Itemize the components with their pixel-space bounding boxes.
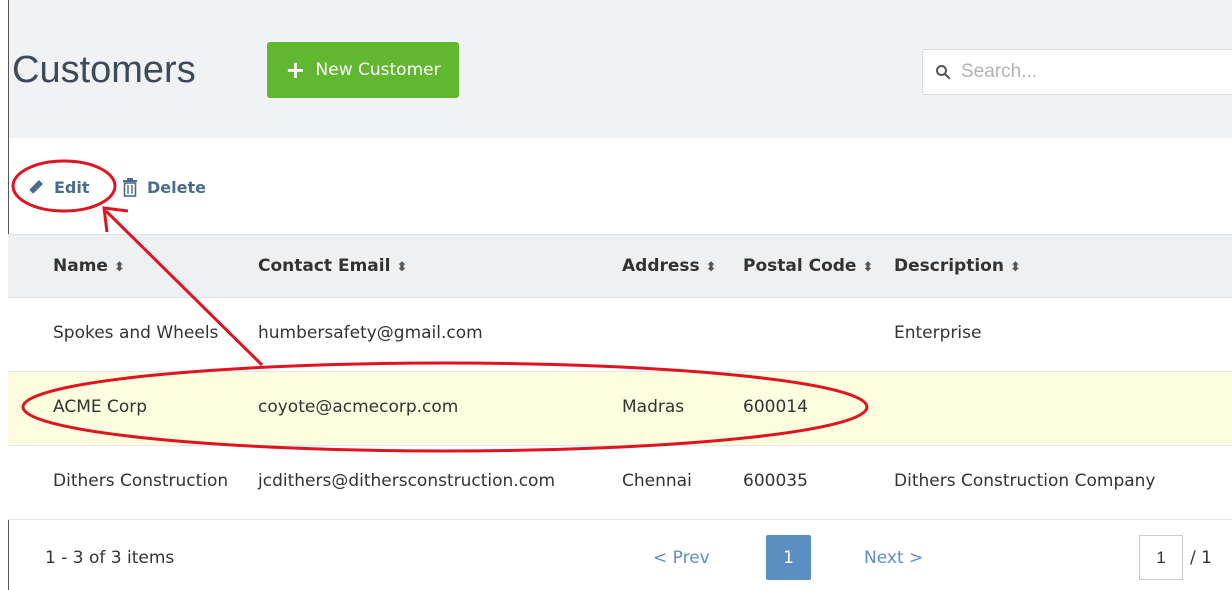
cell-name: Dithers Construction (53, 471, 229, 491)
cell-name: ACME Corp (53, 397, 148, 417)
search-input[interactable] (959, 60, 1213, 84)
table-header (8, 234, 1232, 298)
cell-address: Madras (622, 397, 685, 417)
cell-email: jcdithers@dithersconstruction.com (258, 471, 556, 491)
page-header: Customers + New Customer (9, 0, 1232, 138)
table-row-selected[interactable] (8, 372, 1232, 446)
cell-email: coyote@acmecorp.com (258, 397, 459, 417)
cell-postal-code: 600014 (743, 397, 808, 417)
column-header-address[interactable]: Address ⬍ (622, 256, 717, 276)
cell-email: humbersafety@gmail.com (258, 323, 483, 343)
cell-description: Dithers Construction Company (894, 471, 1156, 491)
edit-label: Edit (54, 177, 90, 197)
cell-description: Enterprise (894, 323, 982, 343)
delete-button[interactable]: Delete (121, 177, 206, 197)
sort-icon: ⬍ (705, 260, 717, 275)
search-box[interactable] (922, 49, 1232, 95)
new-customer-label: New Customer (315, 60, 441, 80)
column-header-postal-code[interactable]: Postal Code ⬍ (743, 256, 873, 276)
sort-icon: ⬍ (113, 260, 125, 275)
pencil-icon (29, 180, 43, 194)
search-icon (936, 65, 951, 80)
column-header-contact-email[interactable]: Contact Email ⬍ (258, 256, 407, 276)
pager-info: 1 - 3 of 3 items (45, 548, 175, 568)
page-number-input[interactable] (1139, 535, 1183, 580)
plus-icon: + (285, 56, 306, 84)
column-header-name[interactable]: Name ⬍ (53, 256, 125, 276)
prev-page-link[interactable]: < Prev (653, 548, 710, 568)
page-button-current[interactable]: 1 (766, 535, 811, 580)
sort-icon: ⬍ (396, 260, 408, 275)
new-customer-button[interactable]: + New Customer (267, 42, 459, 98)
edit-button[interactable]: Edit (26, 177, 90, 197)
cell-name: Spokes and Wheels (53, 323, 219, 343)
trash-icon (123, 178, 137, 197)
delete-label: Delete (147, 177, 206, 197)
cell-address: Chennai (622, 471, 692, 491)
next-page-link[interactable]: Next > (864, 548, 923, 568)
column-header-description[interactable]: Description ⬍ (894, 256, 1021, 276)
page-total: / 1 (1190, 548, 1212, 568)
cell-postal-code: 600035 (743, 471, 808, 491)
sort-icon: ⬍ (1009, 260, 1021, 275)
page-title: Customers (12, 49, 196, 91)
sort-icon: ⬍ (862, 260, 874, 275)
